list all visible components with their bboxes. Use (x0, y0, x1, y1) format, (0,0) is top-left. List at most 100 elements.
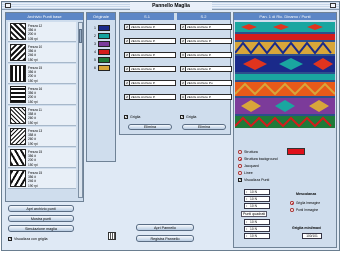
palette-color-swatch[interactable] (98, 25, 110, 31)
thread-row[interactable]: Z 2EAIG.Archivio P. (124, 80, 176, 86)
col1-delete-button[interactable]: Elimina (128, 124, 172, 130)
close-box-icon[interactable] (5, 3, 11, 8)
pattern-item[interactable]: Frezza 15 356 #200 #150 rpi (8, 148, 76, 168)
thread-row[interactable]: Z 2EAIG.Archivio P. (124, 66, 176, 72)
pattern-item[interactable]: Frezza 11 358 #260 #150 rpi (8, 106, 76, 126)
scroll-thumb[interactable] (79, 29, 82, 43)
spinner-arrows-icon[interactable]: ↕ (246, 227, 248, 232)
palette-color-swatch[interactable] (98, 65, 110, 71)
thread-row[interactable]: Z 2EAIG.Archivio P. (180, 24, 232, 30)
title-bar[interactable]: Pannello Maglia (2, 2, 339, 10)
structure-radio[interactable] (238, 150, 242, 154)
grid-size-label: Griglia mini/maxi (292, 226, 321, 230)
thread-row[interactable]: X 2EAIG.Archivio P. (180, 52, 232, 58)
spinner-arrows-icon[interactable]: ↕ (246, 197, 248, 202)
lines-radio[interactable] (238, 171, 242, 175)
pattern-item[interactable]: Frezza 16 356 #200 #150 rpi (8, 85, 76, 105)
thread-row[interactable]: Z 2EAIG.Archivio P. (124, 94, 176, 100)
stitch-icon: Z (181, 67, 186, 71)
spinner-arrows-icon[interactable]: ↕ (246, 234, 248, 239)
pattern-detail: 190 rpi (28, 141, 38, 146)
spinner-value: 10 N (250, 220, 257, 224)
pattern-thumbnail (10, 128, 26, 145)
thread-label: 2EAIG.Archivio P. (131, 39, 156, 43)
thread-row[interactable]: Z 2EAIG.Archivio P. (180, 38, 232, 44)
spinner-value: 10 N (250, 234, 257, 238)
col2-grid-checkbox[interactable]: ✓ (180, 115, 184, 119)
stitch-icon: Z (125, 81, 130, 85)
size-spinner[interactable]: ↕ 10 N (244, 203, 270, 209)
pattern-item[interactable]: Frezza 15 356 #200 #150 rpi (8, 64, 76, 84)
pattern-list-scrollbar[interactable] (78, 22, 83, 198)
show-points-checkbox[interactable]: ✓ (238, 178, 242, 182)
stitch-icon: U (181, 95, 186, 99)
col1-header: S.1 (120, 13, 174, 20)
fabric-label: Jacquard (244, 164, 259, 168)
pattern-thumbnail (10, 149, 26, 166)
structure-color-swatch[interactable] (287, 148, 305, 155)
pannello-maglia-window: Pannello Maglia Archivio Punti base Frez… (1, 1, 340, 251)
size-spinner[interactable]: ↕ 10 N (244, 226, 270, 232)
thread-label: 2EAIG.Archivio P. (131, 25, 156, 29)
structure-label: Struttura (244, 150, 258, 154)
thread-row[interactable]: Z 2EAIG.Archivio P. (124, 38, 176, 44)
col2-grid-label: Griglia (186, 115, 197, 119)
stitch-icon: Z (125, 25, 130, 29)
grid-view-icon[interactable] (108, 232, 116, 240)
palette-color-swatch[interactable] (98, 49, 110, 55)
palette-color-row[interactable]: 2 (90, 33, 112, 40)
pattern-detail: 150 rpi (28, 120, 38, 125)
thread-label: 2EAIG.Archivio P. (187, 53, 212, 57)
show-points-button[interactable]: Mostra punti (8, 215, 74, 222)
stitch-icon: Z (125, 67, 130, 71)
structure-background-label: Struttura background (244, 157, 278, 161)
stitch-icon: Z (181, 39, 186, 43)
spinner-arrows-icon[interactable]: ↕ (246, 204, 248, 209)
open-archive-button[interactable]: Apri archivio punti (8, 205, 74, 212)
palette-color-swatch[interactable] (98, 41, 110, 47)
palette-color-row[interactable]: 3 (90, 41, 112, 48)
grid-size-field[interactable]: 100/101 (302, 233, 322, 239)
palette-color-swatch[interactable] (98, 57, 110, 63)
pattern-list: Frezza 12 356 #200 #105 rpi Frezza 10 356 #… (6, 22, 78, 192)
grid-checkbox[interactable]: ✓ (8, 237, 12, 241)
col2-header: S.2 (177, 13, 230, 20)
pattern-item[interactable]: Frezza 10 356 #246 #150 rpi (8, 43, 76, 63)
zoom-box-icon[interactable] (330, 3, 336, 8)
size-spinner[interactable]: ↕ 10 N (244, 189, 270, 195)
pattern-thumbnail (10, 44, 26, 61)
open-panel-button[interactable]: Apri Pannello (136, 224, 194, 231)
register-panel-button[interactable]: Registra Pannello (136, 235, 194, 242)
thread-row[interactable]: Z 2EAIG.Archivio P. (180, 66, 232, 72)
thread-row[interactable]: Z 2EAIG.Archivio P. (124, 52, 176, 58)
spinner-arrows-icon[interactable]: ↕ (246, 190, 248, 195)
palette-color-row[interactable]: 6 (90, 65, 112, 72)
pattern-item[interactable]: Frezza 12 356 #200 #105 rpi (8, 22, 76, 42)
pattern-info: Frezza 10 356 #246 #150 rpi (28, 45, 74, 62)
size-spinner[interactable]: ↕ 10 N (244, 196, 270, 202)
size-spinner[interactable]: ↕ 10 N (244, 233, 270, 239)
spinner-value: 10 N (250, 227, 257, 231)
thread-row[interactable]: Z 2EAIG.Archivio P. (124, 24, 176, 30)
thread-row[interactable]: Z 2EAIG.Archivio Pu (180, 80, 232, 86)
mix-option-2-radio[interactable] (290, 208, 294, 212)
mix-option-1-radio[interactable] (290, 201, 294, 205)
pattern-info: Frezza 15 356 #246 #190 rpi (28, 171, 74, 188)
col2-delete-button[interactable]: Elimina (182, 124, 226, 130)
simulate-button[interactable]: Simulazione maglia (8, 225, 74, 232)
palette-color-number: 1 (94, 26, 96, 30)
pattern-item[interactable]: Frezza 13 358 #260 #190 rpi (8, 127, 76, 147)
pattern-item[interactable]: Frezza 15 356 #246 #190 rpi (8, 169, 76, 189)
spinner-arrows-icon[interactable]: ↕ (246, 220, 248, 225)
size-spinner[interactable]: ↕ 10 N (244, 219, 270, 225)
palette-color-row[interactable]: 1 (90, 25, 112, 32)
palette-color-swatch[interactable] (98, 33, 110, 39)
pattern-info: Frezza 15 356 #200 #150 rpi (28, 150, 74, 167)
col1-grid-checkbox[interactable]: ✓ (124, 115, 128, 119)
thread-row[interactable]: U 2EAIG.Archivio P. (180, 94, 232, 100)
fabric-radio[interactable] (238, 164, 242, 168)
palette-color-number: 3 (94, 42, 96, 46)
palette-color-row[interactable]: 5 (90, 57, 112, 64)
palette-color-row[interactable]: 4 (90, 49, 112, 56)
structure-background-radio[interactable] (238, 157, 242, 161)
